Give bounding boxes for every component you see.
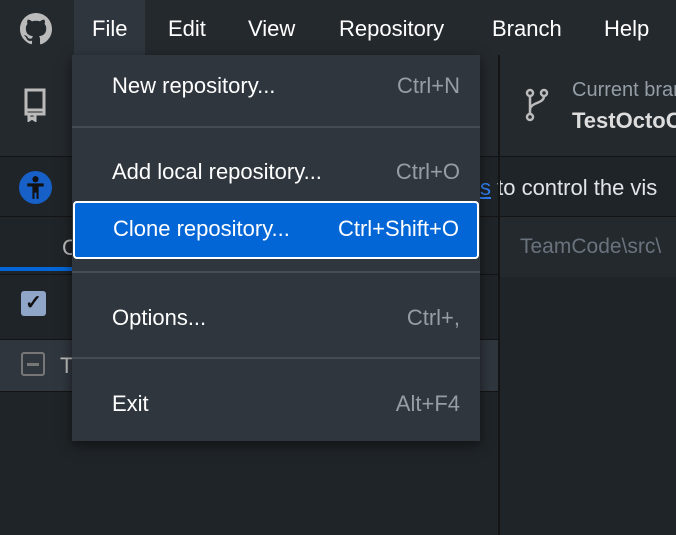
menu-item-label: Options... [112, 305, 207, 330]
partial-checkbox-icon[interactable] [21, 352, 45, 376]
menu-item-clone-repository[interactable]: Clone repository... Ctrl+Shift+O [73, 201, 479, 259]
menu-item-shortcut: Ctrl+O [395, 159, 460, 184]
active-tab-indicator [0, 267, 80, 271]
github-logo-icon [20, 13, 52, 45]
pane-divider[interactable] [498, 55, 500, 535]
menu-branch[interactable]: Branch [474, 0, 580, 55]
select-all-checkbox[interactable]: ✓ [21, 291, 46, 316]
menu-item-shortcut: Ctrl+N [397, 73, 460, 98]
menu-item-exit[interactable]: Exit Alt+F4 [72, 371, 480, 437]
menu-item-new-repository[interactable]: New repository... Ctrl+N [72, 55, 480, 127]
repository-icon[interactable] [22, 88, 48, 122]
menu-item-label: Exit [112, 391, 149, 416]
path-bar: TeamCode\src\ [500, 217, 676, 277]
menu-bar: File Edit View Repository Branch Help [0, 0, 676, 55]
current-branch-label: Current branch [572, 79, 676, 101]
menu-item-shortcut: Ctrl+Shift+O [337, 216, 459, 241]
menu-help[interactable]: Help [586, 0, 667, 55]
banner-text: to control the vis [491, 175, 658, 200]
menu-item-add-local-repository[interactable]: Add local repository... Ctrl+O [72, 139, 480, 205]
menu-item-label: New repository... [112, 73, 276, 98]
menu-item-label: Add local repository... [112, 159, 322, 184]
menu-separator [72, 126, 480, 128]
menu-file[interactable]: File [74, 0, 146, 55]
menu-item-shortcut: Alt+F4 [395, 391, 460, 416]
menu-item-shortcut: Ctrl+, [406, 305, 460, 330]
banner-link[interactable]: s [480, 175, 491, 200]
menu-separator [72, 271, 480, 273]
branch-icon [525, 88, 549, 122]
menu-edit[interactable]: Edit [150, 0, 224, 55]
menu-item-options[interactable]: Options... Ctrl+, [72, 285, 480, 351]
current-branch-name[interactable]: TestOctoC [572, 108, 676, 134]
file-path: TeamCode\src\ [520, 235, 662, 258]
menu-repository[interactable]: Repository [321, 0, 462, 55]
menu-view[interactable]: View [230, 0, 313, 55]
file-menu-dropdown: New repository... Ctrl+N Add local reposi… [72, 55, 480, 441]
accessibility-icon [19, 171, 52, 204]
menu-separator [72, 357, 480, 359]
menu-item-label: Clone repository... [113, 216, 290, 241]
